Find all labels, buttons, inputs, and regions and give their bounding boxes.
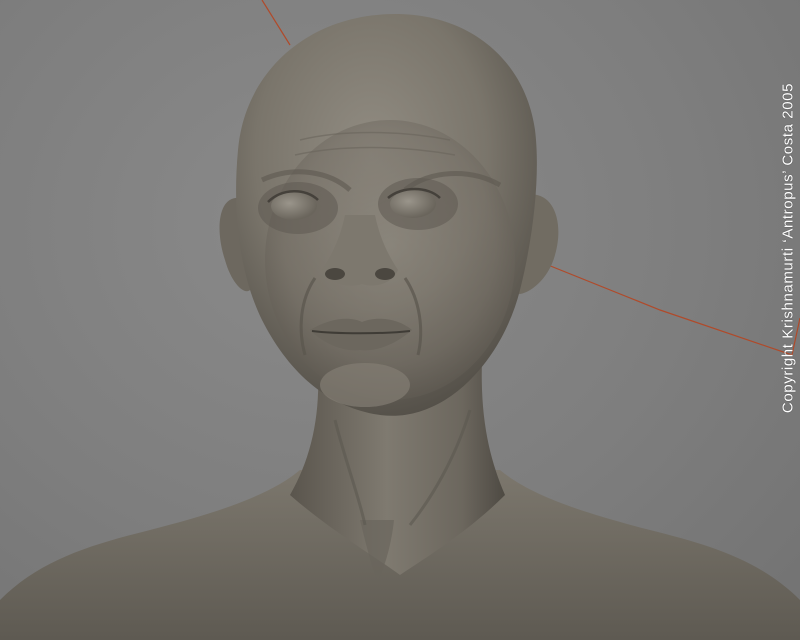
guide-line-right [547,264,800,356]
chin [320,363,410,407]
bust-render [0,0,800,640]
render-viewport: Copyright Krishnamurti ‘Antropus’ Costa … [0,0,800,640]
eye-right [390,190,436,218]
copyright-watermark: Copyright Krishnamurti ‘Antropus’ Costa … [779,82,797,414]
guide-line-top [261,0,291,46]
